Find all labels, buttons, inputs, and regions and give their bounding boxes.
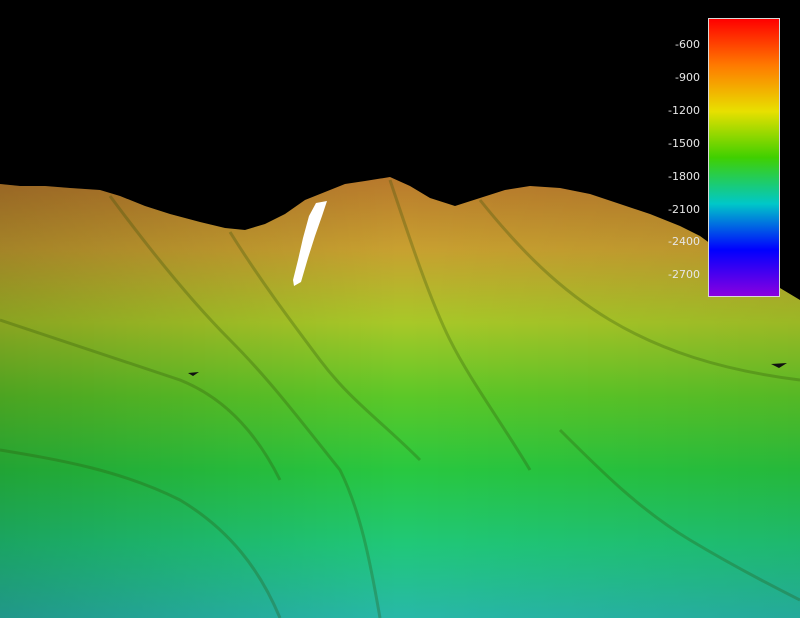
depth-scale-label: -2700 (668, 268, 700, 282)
depth-scale-label: -2100 (668, 202, 700, 216)
depth-scale-label: -2400 (668, 235, 700, 249)
depth-scale-label: -1800 (668, 169, 700, 183)
bathymetry-3d-view[interactable]: -600 -900 -1200 -1500 -1800 -2100 -2400 -2700 (0, 0, 800, 618)
depth-scale-labels: -600 -900 -1200 -1500 -1800 -2100 -2400 -2700 (640, 18, 700, 297)
depth-scale-label: -1200 (668, 104, 700, 117)
depth-scale-label: -900 (675, 71, 700, 85)
depth-scale-label: -600 (675, 38, 700, 52)
depth-colorbar (708, 18, 780, 297)
depth-scale-label: -1500 (668, 136, 700, 150)
